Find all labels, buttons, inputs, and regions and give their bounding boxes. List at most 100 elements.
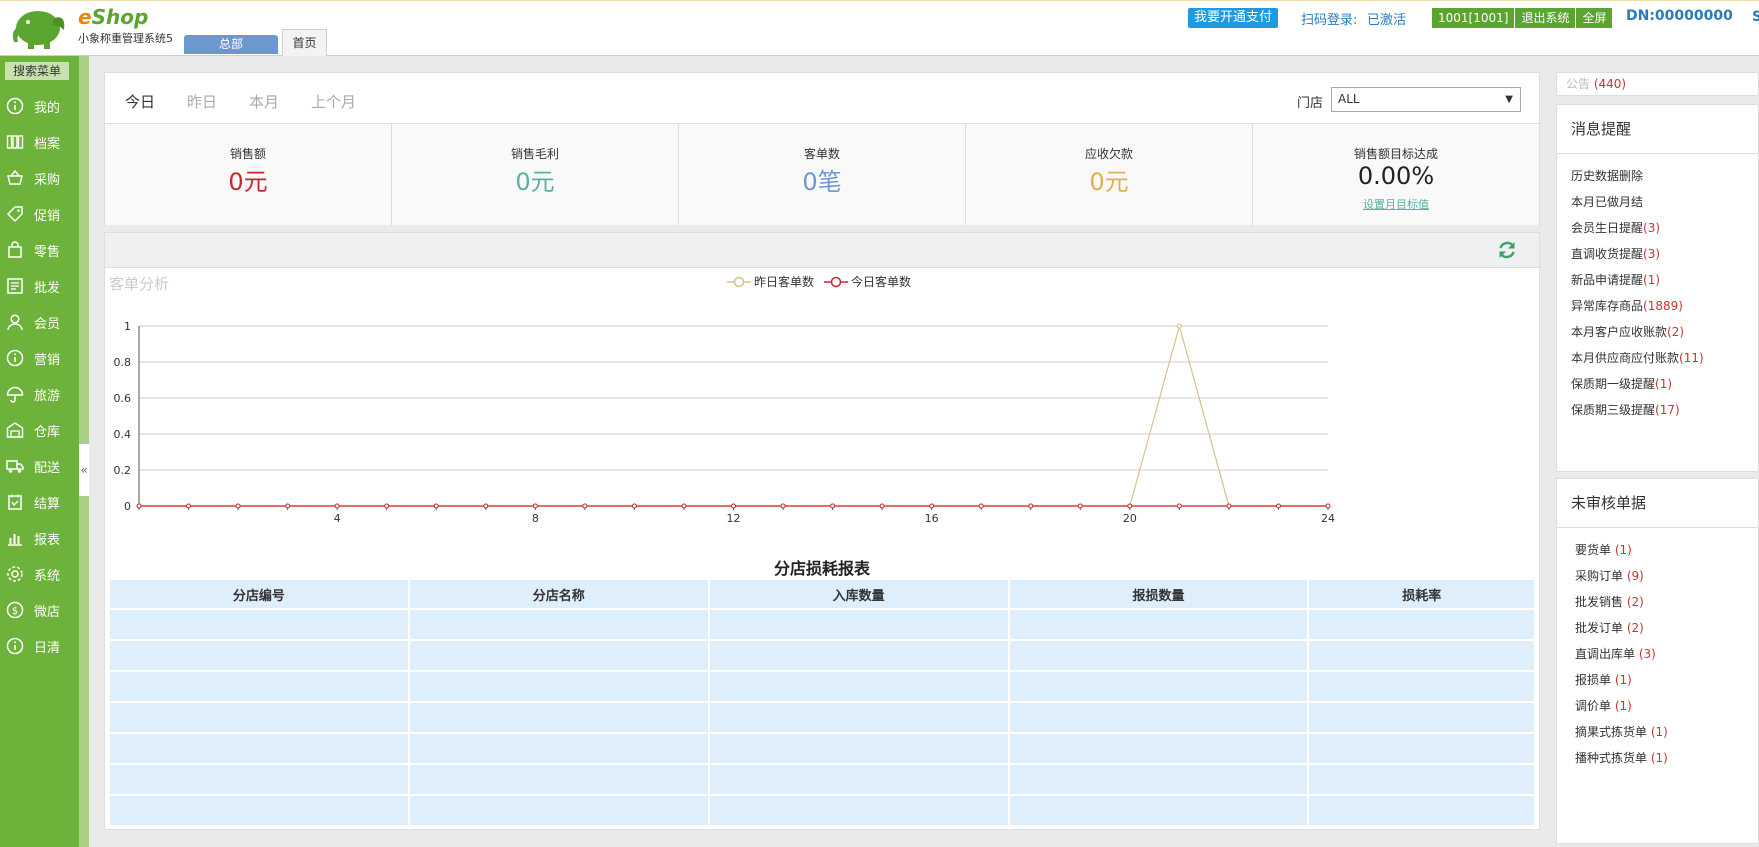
store-select[interactable]: ALL ▼ — [1331, 87, 1521, 112]
table-row — [110, 703, 1534, 732]
unaudited-docs-list: 要货单 (1) 采购订单 (9) 批发销售 (2) 批发订单 (2) 直调出库单 (3)… — [1557, 528, 1758, 775]
table-cell — [1309, 672, 1534, 701]
table-cell — [1309, 610, 1534, 639]
sidebar-item-7[interactable]: 营销 — [0, 340, 79, 376]
list-item[interactable]: 会员生日提醒(3) — [1571, 219, 1758, 245]
list-item[interactable]: 直调收货提醒(3) — [1571, 245, 1758, 271]
stat-label: 客单数 — [803, 147, 840, 161]
sidebar-item-4[interactable]: 零售 — [0, 232, 79, 268]
sidebar-item-label: 我的 — [34, 100, 61, 116]
list-item[interactable]: 播种式拣货单 (1) — [1575, 749, 1758, 775]
sidebar-item-11[interactable]: 结算 — [0, 484, 79, 520]
data-point — [136, 503, 142, 509]
sidebar-item-label: 档案 — [34, 136, 61, 152]
sidebar-item-8[interactable]: 旅游 — [0, 376, 79, 412]
list-item[interactable]: 摘果式拣货单 (1) — [1575, 723, 1758, 749]
list-item-count: (1) — [1614, 673, 1632, 687]
sidebar-item-0[interactable]: 我的 — [0, 88, 79, 124]
sidebar-item-12[interactable]: 报表 — [0, 520, 79, 556]
scan-login-status[interactable]: 已激活 — [1367, 9, 1406, 28]
set-monthly-target-link[interactable]: 设置月目标值 — [1253, 196, 1539, 212]
data-point — [186, 503, 192, 509]
tab-date-2[interactable]: 本月 — [249, 91, 279, 112]
data-point — [582, 503, 588, 509]
bag-icon — [6, 241, 24, 259]
list-item[interactable]: 采购订单 (9) — [1575, 567, 1758, 593]
analysis-panel: 客单分析 昨日客单数 今日客单数 0 0.2 0.4 0.6 0.8 1 4 8 12 16 20 2… — [104, 232, 1540, 830]
table-cell — [409, 610, 708, 639]
stat-label: 销售额目标达成 — [1353, 147, 1438, 161]
notice-count: (440) — [1593, 77, 1627, 91]
table-cell — [1009, 734, 1308, 763]
table-cell — [1309, 796, 1534, 825]
sales-summary-card: 今日 昨日 本月 上个月 门店 ALL ▼ 销售额 0元 销售毛利 0元 客单数 0笔 应收欠款 0… — [104, 72, 1540, 225]
archive-icon — [6, 133, 24, 151]
table-cell — [1009, 672, 1308, 701]
sidebar-item-9[interactable]: 仓库 — [0, 412, 79, 448]
list-item-label: 要货单 — [1575, 543, 1615, 557]
list-item[interactable]: 本月供应商应付账款(11) — [1571, 349, 1758, 375]
list-item[interactable]: 保质期一级提醒(1) — [1571, 375, 1758, 401]
list-item-count: (1) — [1650, 725, 1668, 739]
search-menu-button[interactable]: 搜索菜单 — [5, 62, 69, 80]
data-point — [1127, 503, 1133, 509]
list-item[interactable]: 要货单 (1) — [1575, 541, 1758, 567]
sidebar-nav: 我的档案采购 促销 零售 批发会员营销旅游仓库 配送 结算 报表 系统 $ 微店日清 — [0, 88, 79, 664]
sidebar-item-2[interactable]: 采购 — [0, 160, 79, 196]
messages-list: 历史数据删除 本月已做月结 会员生日提醒(3) 直调收货提醒(3) 新品申请提醒(1) 异… — [1557, 154, 1758, 427]
table-cell — [110, 765, 408, 794]
tab-date-1[interactable]: 昨日 — [187, 91, 217, 112]
list-item-count: (2) — [1626, 621, 1644, 635]
headquarters-button[interactable]: 总部 — [184, 35, 278, 54]
data-point — [731, 503, 736, 509]
data-point — [830, 503, 836, 509]
logout-button[interactable]: 退出系统 — [1515, 8, 1577, 28]
data-point — [1176, 323, 1182, 329]
sidebar-item-5[interactable]: 批发 — [0, 268, 79, 304]
table-cell — [1009, 703, 1308, 732]
table-cell — [709, 641, 1008, 670]
table-cell — [1309, 641, 1534, 670]
refresh-icon[interactable] — [1497, 240, 1517, 260]
list-item-count: (1889) — [1643, 299, 1683, 313]
sidebar-item-1[interactable]: 档案 — [0, 124, 79, 160]
list-item[interactable]: 批发订单 (2) — [1575, 619, 1758, 645]
collapse-sidebar-button[interactable]: « — [79, 444, 89, 496]
data-point — [879, 503, 885, 509]
list-item[interactable]: 本月客户应收账款(2) — [1571, 323, 1758, 349]
sidebar-item-label: 日清 — [34, 640, 61, 656]
stat-card: 销售额 0元 — [105, 124, 392, 225]
sidebar-item-10[interactable]: 配送 — [0, 448, 79, 484]
sidebar-item-13[interactable]: 系统 — [0, 556, 79, 592]
list-item[interactable]: 本月已做月结 — [1571, 193, 1758, 219]
sidebar-item-6[interactable]: 会员 — [0, 304, 79, 340]
list-item[interactable]: 报损单 (1) — [1575, 671, 1758, 697]
info-icon — [6, 97, 24, 115]
current-user-button[interactable]: 1001[1001] — [1432, 8, 1516, 28]
list-item[interactable]: 调价单 (1) — [1575, 697, 1758, 723]
y-tick-label: 0.6 — [114, 392, 132, 405]
stat-card: 客单数 0笔 — [679, 124, 966, 225]
sidebar-item-3[interactable]: 促销 — [0, 196, 79, 232]
tag-icon — [6, 205, 24, 223]
sidebar-item-label: 会员 — [34, 316, 61, 332]
tab-date-3[interactable]: 上个月 — [311, 91, 356, 112]
list-item[interactable]: 异常库存商品(1889) — [1571, 297, 1758, 323]
list-item[interactable]: 保质期三级提醒(17) — [1571, 401, 1758, 427]
table-cell — [709, 672, 1008, 701]
messages-title: 消息提醒 — [1557, 105, 1758, 154]
enable-payment-button[interactable]: 我要开通支付 — [1188, 8, 1279, 28]
tab-date-0[interactable]: 今日 — [125, 91, 155, 112]
settle-icon — [6, 493, 24, 511]
list-item[interactable]: 批发销售 (2) — [1575, 593, 1758, 619]
sidebar-item-label: 旅游 — [34, 388, 61, 404]
list-item[interactable]: 新品申请提醒(1) — [1571, 271, 1758, 297]
sidebar-item-15[interactable]: 日清 — [0, 628, 79, 664]
list-item[interactable]: 历史数据删除 — [1571, 167, 1758, 193]
sidebar-item-14[interactable]: $ 微店 — [0, 592, 79, 628]
list-item[interactable]: 直调出库单 (3) — [1575, 645, 1758, 671]
series-line-0 — [139, 323, 1328, 507]
tab-home[interactable]: 首页 — [282, 29, 327, 56]
notice-bar[interactable]: 公告 (440) — [1556, 72, 1759, 96]
fullscreen-button[interactable]: 全屏 — [1576, 8, 1613, 28]
